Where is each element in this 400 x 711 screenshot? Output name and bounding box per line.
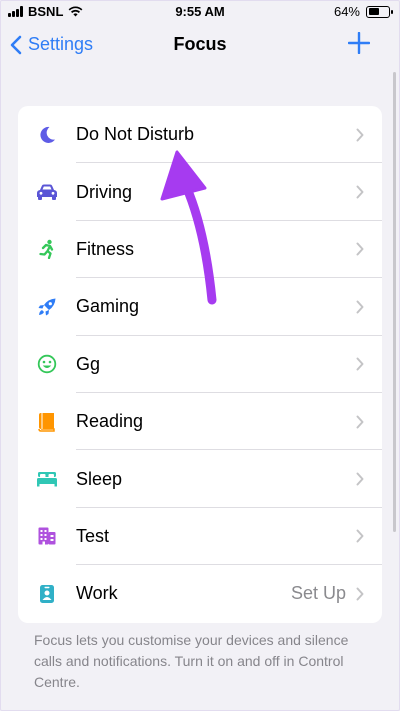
focus-item-label: Fitness bbox=[76, 238, 135, 259]
chevron-right-icon bbox=[356, 106, 364, 163]
focus-item-gg[interactable]: Gg bbox=[18, 336, 382, 394]
add-focus-button[interactable] bbox=[347, 31, 371, 59]
focus-item-sleep[interactable]: Sleep bbox=[18, 450, 382, 509]
focus-item-do-not-disturb[interactable]: Do Not Disturb bbox=[18, 106, 382, 164]
focus-item-reading[interactable]: Reading bbox=[18, 393, 382, 451]
focus-item-detail: Set Up bbox=[290, 583, 346, 604]
battery-icon bbox=[366, 5, 393, 18]
page-title: Focus bbox=[173, 34, 227, 54]
focus-item-test[interactable]: Test bbox=[18, 508, 382, 566]
focus-list: Do Not Disturb Driving Fitness Gaming Gg… bbox=[18, 106, 382, 623]
focus-item-label: Driving bbox=[76, 181, 133, 202]
focus-item-driving[interactable]: Driving bbox=[18, 163, 382, 222]
id-badge-icon bbox=[36, 565, 58, 622]
rocket-icon bbox=[36, 278, 58, 335]
building-icon bbox=[36, 508, 58, 565]
focus-item-label: Gaming bbox=[76, 296, 140, 317]
bed-icon bbox=[36, 450, 58, 507]
status-bar: BSNL 9:55 AM 64% bbox=[0, 0, 400, 24]
chevron-right-icon bbox=[356, 393, 364, 450]
focus-item-label: Gg bbox=[76, 353, 101, 374]
car-icon bbox=[36, 163, 58, 220]
chevron-right-icon bbox=[356, 508, 364, 565]
focus-item-label: Work bbox=[76, 583, 118, 604]
chevron-right-icon bbox=[356, 163, 364, 220]
status-right: 64% bbox=[333, 4, 393, 19]
chevron-right-icon bbox=[356, 565, 364, 622]
focus-item-label: Sleep bbox=[76, 468, 123, 489]
plus-icon bbox=[347, 31, 371, 55]
battery-fill bbox=[368, 8, 379, 15]
focus-item-label: Test bbox=[76, 525, 110, 546]
chevron-right-icon bbox=[356, 221, 364, 278]
focus-description: Focus lets you customise your devices an… bbox=[34, 632, 349, 690]
battery-percent: 64% bbox=[333, 4, 360, 19]
running-figure-icon bbox=[36, 221, 58, 278]
navigation-bar: Settings Focus bbox=[0, 26, 400, 66]
chevron-right-icon bbox=[356, 278, 364, 335]
focus-item-gaming[interactable]: Gaming bbox=[18, 278, 382, 336]
chevron-right-icon bbox=[356, 450, 364, 507]
focus-item-fitness[interactable]: Fitness bbox=[18, 221, 382, 279]
smiley-icon bbox=[36, 336, 58, 393]
book-icon bbox=[36, 393, 58, 450]
focus-item-label: Do Not Disturb bbox=[76, 124, 195, 145]
moon-icon bbox=[36, 106, 58, 163]
focus-item-work[interactable]: Work Set Up bbox=[18, 565, 382, 622]
focus-item-label: Reading bbox=[76, 411, 144, 432]
scrollbar[interactable] bbox=[393, 72, 396, 532]
chevron-right-icon bbox=[356, 336, 364, 393]
